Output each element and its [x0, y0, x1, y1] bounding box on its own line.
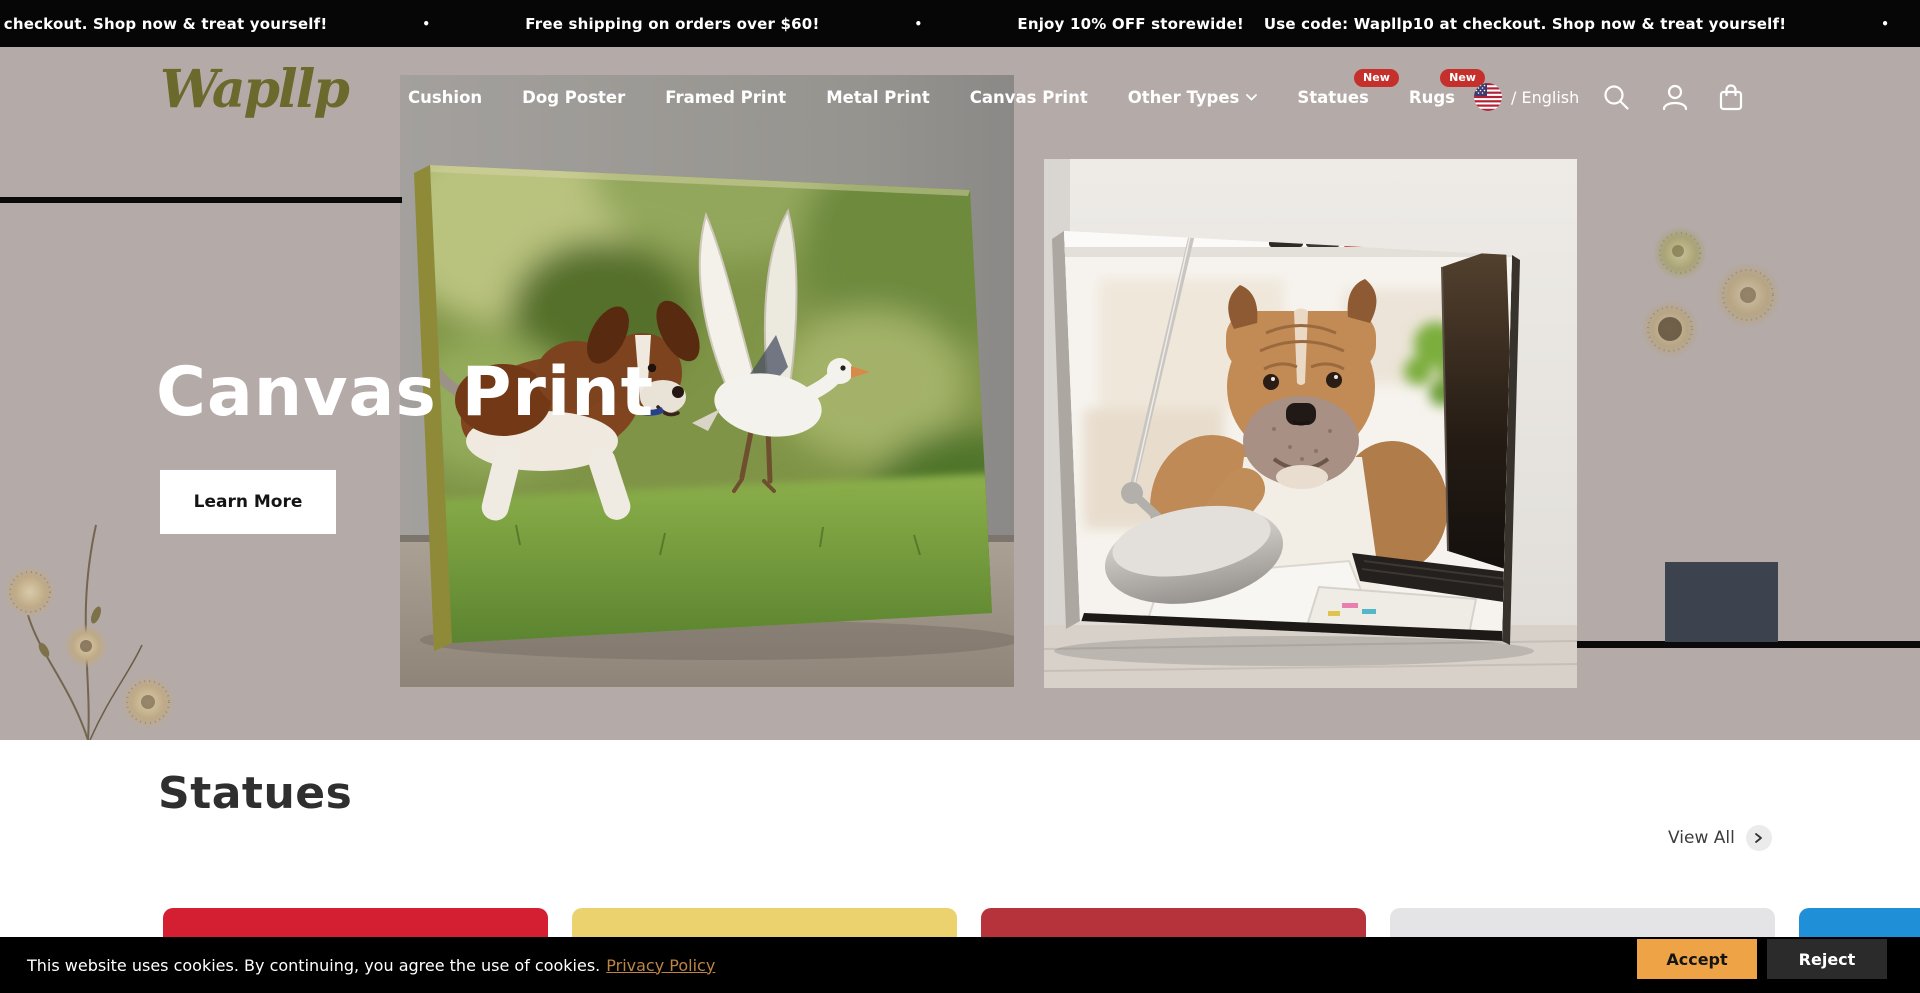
section-title-statues: Statues — [158, 768, 352, 819]
new-badge: New — [1354, 69, 1399, 87]
view-all-label: View All — [1668, 828, 1735, 848]
hero-title: Canvas Print — [156, 353, 654, 432]
main-nav: Cushion Dog Poster Framed Print Metal Pr… — [408, 47, 1455, 147]
language-selector[interactable]: / English — [1474, 47, 1579, 147]
nav-item-canvas-print[interactable]: Canvas Print — [970, 88, 1088, 107]
nav-item-metal-print[interactable]: Metal Print — [826, 88, 930, 107]
language-label: / English — [1511, 88, 1579, 107]
announcement-item: Use code: Wapllp10 at checkout. Shop now… — [0, 15, 327, 33]
chevron-right-icon — [1746, 825, 1772, 851]
announcement-group: Use code: Wapllp10 at checkout. Shop now… — [1264, 15, 1920, 33]
logo[interactable]: Wapllp — [160, 59, 348, 120]
nav-item-dog-poster[interactable]: Dog Poster — [522, 88, 625, 107]
accept-cookies-button[interactable]: Accept — [1637, 939, 1757, 979]
decorative-line-right — [1577, 641, 1920, 648]
view-all-link[interactable]: View All — [1668, 824, 1772, 852]
chevron-down-icon — [1246, 94, 1257, 101]
nav-label: Rugs — [1409, 88, 1455, 107]
site-header: Wapllp Cushion Dog Poster Framed Print M… — [0, 47, 1920, 147]
announcement-ticker: Use code: Wapllp10 at checkout. Shop now… — [0, 0, 1920, 47]
nav-item-statues[interactable]: Statues New — [1297, 88, 1369, 107]
hero-image-canvas-bulldog[interactable] — [1044, 159, 1577, 688]
nav-item-cushion[interactable]: Cushion — [408, 88, 482, 107]
dried-plant-decoration — [0, 500, 210, 740]
nav-label: Dog Poster — [522, 88, 625, 107]
decorative-dark-rect — [1665, 562, 1778, 642]
canvas-bulldog-illustration — [1044, 159, 1577, 688]
separator-dot: • — [915, 17, 923, 31]
nav-item-framed-print[interactable]: Framed Print — [665, 88, 786, 107]
cart-icon — [1717, 83, 1745, 111]
learn-more-button[interactable]: Learn More — [160, 470, 336, 534]
cookie-message: This website uses cookies. By continuing… — [27, 956, 600, 975]
nav-label: Framed Print — [665, 88, 786, 107]
nav-label: Other Types — [1128, 88, 1240, 107]
nav-item-rugs[interactable]: Rugs New — [1409, 88, 1455, 107]
cookie-banner: This website uses cookies. By continuing… — [0, 937, 1920, 993]
nav-label: Metal Print — [826, 88, 930, 107]
announcement-group: Use code: Wapllp10 at checkout. Shop now… — [0, 15, 1244, 33]
announcement-item: Free shipping on orders over $60! — [525, 15, 819, 33]
nav-item-other-types[interactable]: Other Types — [1128, 88, 1258, 107]
decorative-line-left — [0, 197, 402, 203]
announcement-item: Enjoy 10% OFF storewide! — [1017, 15, 1244, 33]
separator-dot: • — [422, 17, 430, 31]
search-icon — [1602, 83, 1630, 111]
account-icon — [1661, 83, 1689, 111]
nav-label: Canvas Print — [970, 88, 1088, 107]
search-button[interactable] — [1601, 83, 1631, 113]
nav-label: Cushion — [408, 88, 482, 107]
us-flag-icon — [1474, 83, 1502, 111]
privacy-policy-link[interactable]: Privacy Policy — [606, 956, 715, 975]
separator-dot: • — [1881, 17, 1889, 31]
nav-label: Statues — [1297, 88, 1369, 107]
account-button[interactable] — [1660, 83, 1690, 113]
cart-button[interactable] — [1716, 83, 1746, 113]
announcement-bar: Use code: Wapllp10 at checkout. Shop now… — [0, 0, 1920, 47]
reject-cookies-button[interactable]: Reject — [1767, 939, 1887, 979]
announcement-item: Use code: Wapllp10 at checkout. Shop now… — [1264, 15, 1786, 33]
dried-flowers-decoration — [1620, 205, 1800, 370]
